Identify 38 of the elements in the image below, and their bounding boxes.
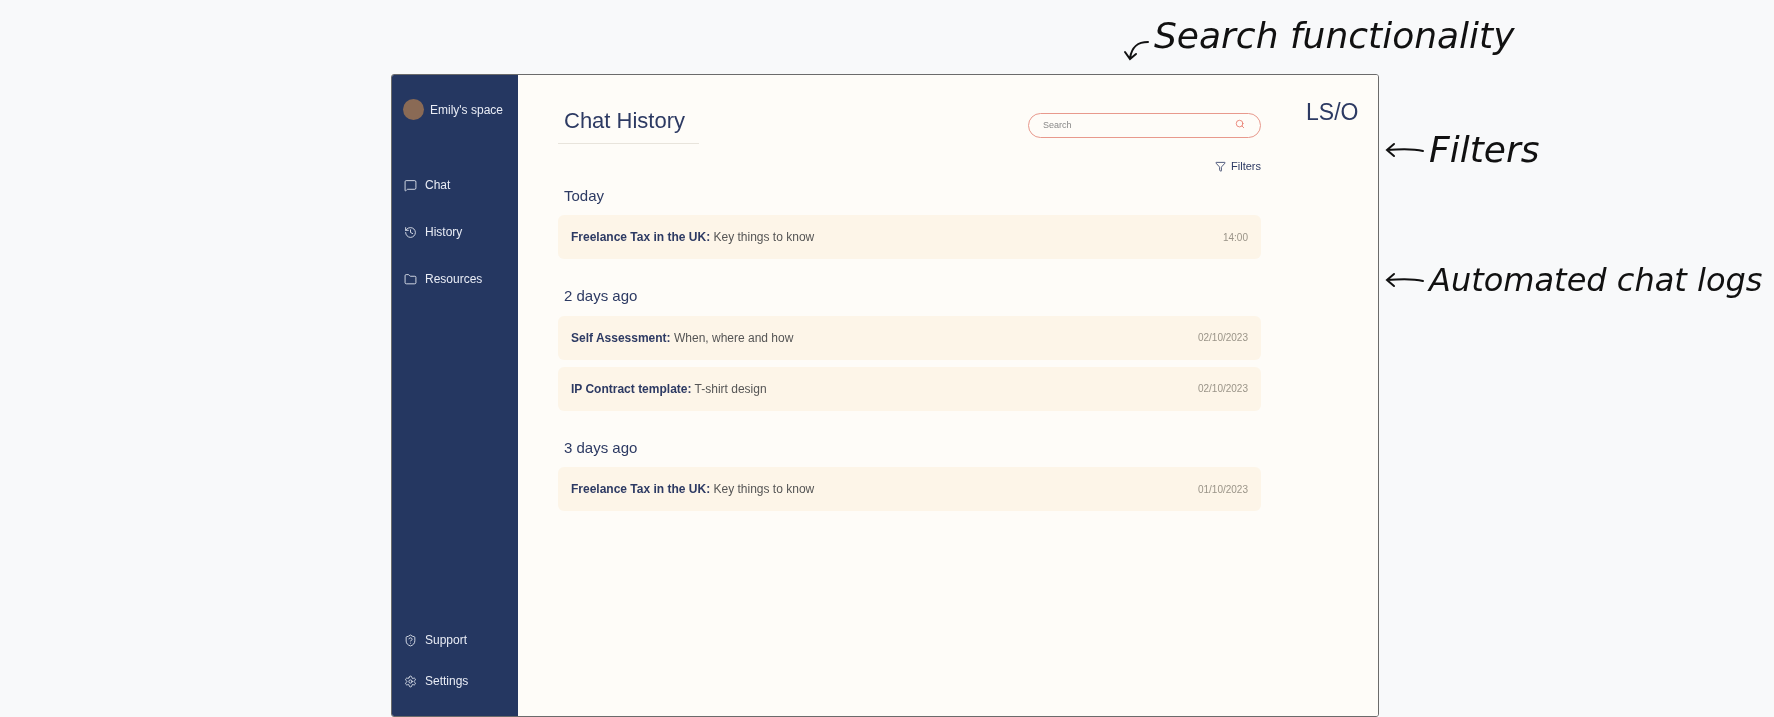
pointer-arrow — [1385, 272, 1425, 288]
chat-log-title: IP Contract template: T-shirt design — [571, 380, 767, 398]
chat-log-date: 01/10/2023 — [1197, 482, 1248, 497]
chat-log-title: Freelance Tax in the UK: Key things to know — [571, 481, 815, 498]
page-title: Chat History — [558, 103, 700, 144]
nav-item[interactable]: Chat — [392, 170, 518, 200]
chat-log-row[interactable]: Freelance Tax in the UK: Key things to know 01/10/2023 — [558, 467, 1261, 511]
group-heading: Today — [563, 185, 606, 206]
search-field[interactable]: Search — [1028, 112, 1261, 138]
chat-log-date: 02/10/2023 — [1197, 331, 1248, 345]
chat-log-row[interactable]: IP Contract template: T-shirt design 02/10/2023 — [558, 366, 1261, 411]
nav-item[interactable]: Support — [392, 625, 518, 655]
nav-item[interactable]: History — [392, 217, 518, 247]
chat-log-title: Freelance Tax in the UK: Key things to know — [571, 229, 815, 246]
speech-bubble-icon — [404, 178, 417, 192]
nav-item[interactable]: Resources — [392, 264, 518, 294]
user-name: Emily's space — [430, 101, 503, 119]
annotation-text: Automated chat logs — [1429, 260, 1763, 301]
group-heading: 2 days ago — [563, 286, 639, 306]
logo: LS/O — [1306, 99, 1359, 125]
avatar — [403, 99, 424, 120]
shield-question-icon — [404, 633, 417, 647]
chat-log-date: 02/10/2023 — [1197, 382, 1248, 396]
chat-log-row[interactable]: Self Assessment: When, where and how 02/10/2023 — [558, 315, 1261, 360]
history-icon — [404, 225, 417, 239]
search-icon — [1235, 119, 1245, 129]
group-heading: 3 days ago — [563, 437, 639, 458]
chat-log-row[interactable]: Freelance Tax in the UK: Key things to know 14:00 — [558, 215, 1261, 259]
filters-button[interactable]: Filters — [1215, 158, 1261, 175]
nav-item[interactable]: Settings — [392, 666, 518, 696]
annotation-text: Filters — [1429, 128, 1540, 172]
chat-log-title: Self Assessment: When, where and how — [571, 329, 794, 347]
pointer-arrow — [1385, 142, 1425, 158]
settings-icon — [404, 674, 417, 688]
folder-icon — [404, 272, 417, 286]
annotation-text: Search functionality — [1154, 14, 1515, 58]
filter-icon — [1215, 160, 1227, 172]
chat-log-date: 14:00 — [1222, 230, 1248, 245]
